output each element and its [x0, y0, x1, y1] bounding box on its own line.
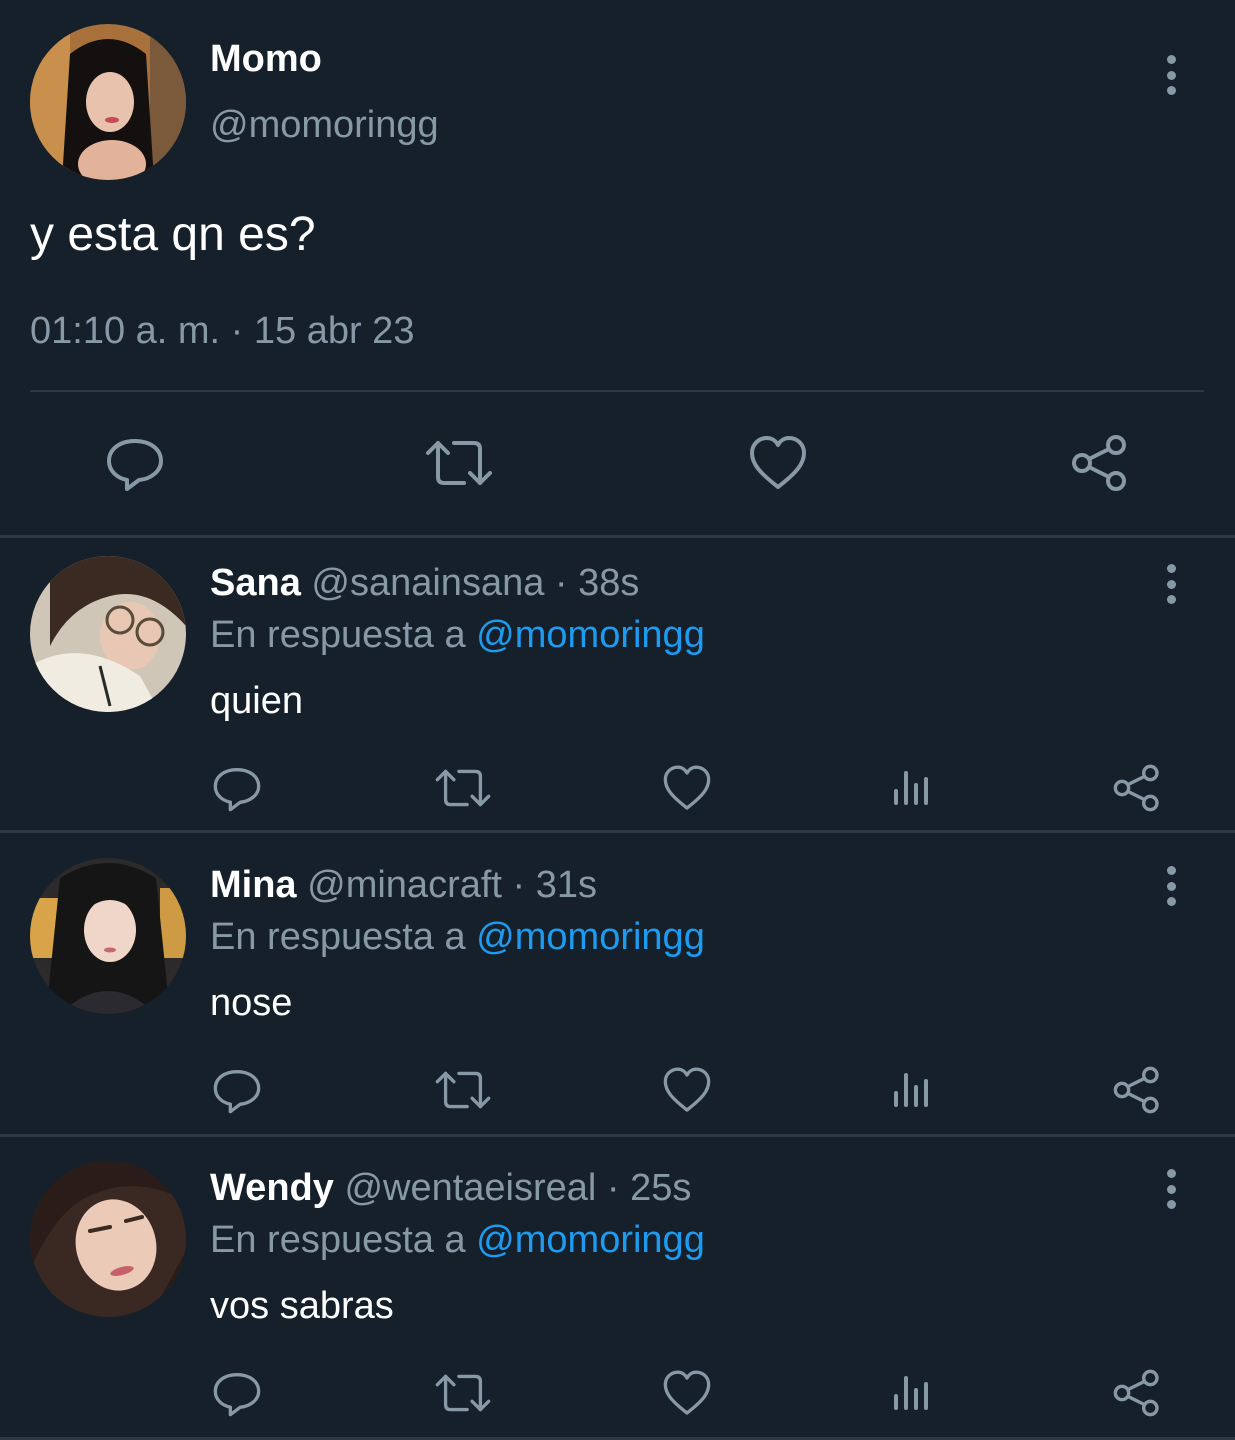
reply-tweet[interactable]: Wendy @wentaeisreal · 25s En respuesta a… [0, 1143, 1235, 1438]
views-icon[interactable] [888, 1368, 938, 1418]
like-icon[interactable] [662, 1065, 712, 1115]
reply-text: vos sabras [210, 1285, 394, 1327]
thread-page: Momo @momoringg y esta qn es? 01:10 a. m… [0, 0, 1235, 1440]
mention-link[interactable]: @momoringg [476, 916, 705, 958]
reply-time[interactable]: 25s [630, 1167, 691, 1209]
share-icon[interactable] [1112, 763, 1162, 813]
reply-author-handle[interactable]: @minacraft [307, 864, 502, 906]
reply-header: Mina @minacraft · 31s [210, 864, 597, 907]
reply-context: En respuesta a @momoringg [210, 1219, 705, 1262]
reply-tweet[interactable]: Sana @sanainsana · 38s En respuesta a @m… [0, 538, 1235, 833]
retweet-icon[interactable] [434, 1368, 491, 1418]
reply-header: Wendy @wentaeisreal · 25s [210, 1167, 691, 1210]
more-options-icon[interactable] [1160, 55, 1182, 95]
share-icon[interactable] [1112, 1065, 1162, 1115]
retweet-icon[interactable] [434, 1065, 491, 1115]
divider [0, 830, 1235, 833]
reply-icon[interactable] [212, 1368, 262, 1418]
avatar[interactable] [30, 556, 186, 712]
more-options-icon[interactable] [1160, 564, 1182, 604]
separator-dot: · [606, 1167, 620, 1209]
tweet-timestamp[interactable]: 01:10 a. m. · 15 abr 23 [30, 310, 414, 353]
views-icon[interactable] [888, 763, 938, 813]
reply-icon[interactable] [212, 763, 262, 813]
reply-context-prefix: En respuesta a [210, 614, 466, 656]
mention-link[interactable]: @momoringg [476, 1219, 705, 1261]
reply-author-name[interactable]: Sana [210, 562, 301, 604]
reply-author-handle[interactable]: @wentaeisreal [344, 1167, 596, 1209]
separator-dot: · [512, 864, 526, 906]
reply-text: quien [210, 680, 303, 722]
views-icon[interactable] [888, 1065, 938, 1115]
reply-context: En respuesta a @momoringg [210, 614, 705, 657]
like-icon[interactable] [662, 763, 712, 813]
reply-context: En respuesta a @momoringg [210, 916, 705, 959]
reply-time[interactable]: 38s [578, 562, 639, 604]
reply-author-name[interactable]: Wendy [210, 1167, 334, 1209]
like-icon[interactable] [662, 1368, 712, 1418]
separator-dot: · [554, 562, 568, 604]
reply-context-prefix: En respuesta a [210, 916, 466, 958]
divider [0, 1134, 1235, 1137]
retweet-icon[interactable] [434, 763, 491, 813]
reply-icon[interactable] [212, 1065, 262, 1115]
avatar[interactable] [30, 1161, 186, 1317]
reply-time[interactable]: 31s [536, 864, 597, 906]
reply-header: Sana @sanainsana · 38s [210, 562, 639, 605]
more-options-icon[interactable] [1160, 1169, 1182, 1209]
avatar[interactable] [30, 24, 186, 180]
share-icon[interactable] [1112, 1368, 1162, 1418]
avatar[interactable] [30, 858, 186, 1014]
author-name[interactable]: Momo [210, 38, 322, 81]
reply-text: nose [210, 982, 293, 1024]
main-tweet: Momo @momoringg y esta qn es? 01:10 a. m… [0, 0, 1235, 535]
reply-author-handle[interactable]: @sanainsana [311, 562, 544, 604]
reply-tweet[interactable]: Mina @minacraft · 31s En respuesta a @mo… [0, 840, 1235, 1135]
mention-link[interactable]: @momoringg [476, 614, 705, 656]
reply-author-name[interactable]: Mina [210, 864, 297, 906]
share-icon[interactable] [1070, 433, 1130, 493]
divider [30, 390, 1204, 392]
like-icon[interactable] [748, 433, 808, 493]
more-options-icon[interactable] [1160, 866, 1182, 906]
reply-context-prefix: En respuesta a [210, 1219, 466, 1261]
tweet-text: y esta qn es? [30, 208, 316, 261]
reply-icon[interactable] [105, 433, 165, 493]
retweet-icon[interactable] [424, 433, 492, 493]
author-handle[interactable]: @momoringg [210, 104, 439, 147]
